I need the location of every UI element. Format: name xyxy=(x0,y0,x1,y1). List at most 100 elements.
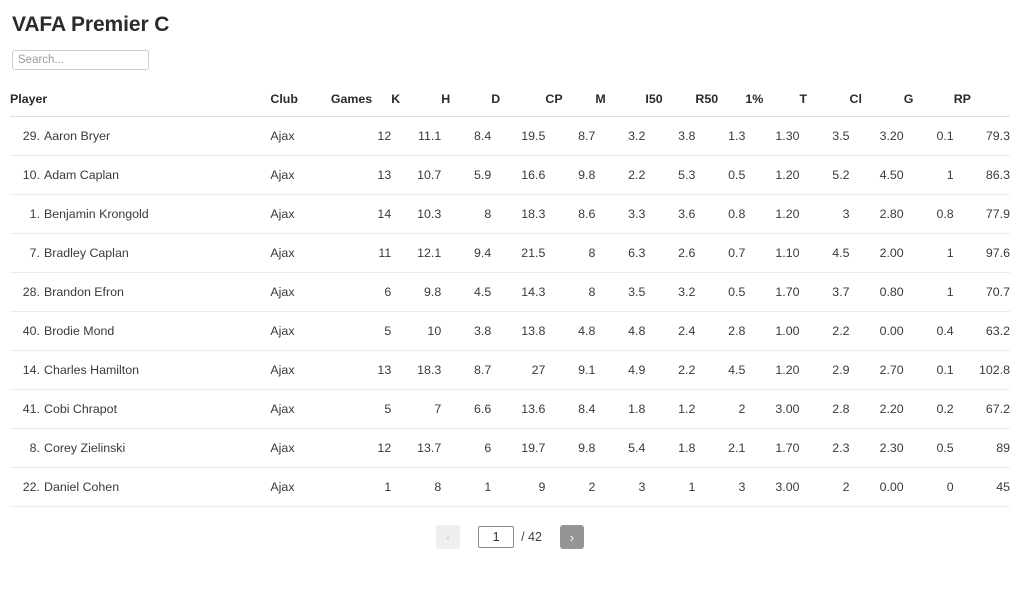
player-name: Daniel Cohen xyxy=(44,480,120,494)
cell-t: 3 xyxy=(842,207,850,221)
column-header-t[interactable]: T xyxy=(800,92,850,117)
table-row[interactable]: 40. Brodie Mond Ajax 5 10 3.8 13.8 4.8 4.8 2.4 2.8… xyxy=(10,312,1010,351)
player-number: 1. xyxy=(29,207,40,221)
cell-cp: 8 xyxy=(588,285,596,299)
cell-m: 3.3 xyxy=(628,207,646,221)
table-row[interactable]: 8. Corey Zielinski Ajax 12 13.7 6 19.7 9.8 5.4 1.… xyxy=(10,429,1010,468)
cell-d: 9 xyxy=(538,480,546,494)
page-number-input[interactable] xyxy=(478,526,515,548)
stats-page: VAFA Premier C Player Club Games K H D C… xyxy=(0,12,1020,597)
player-number: 28. xyxy=(22,285,40,299)
column-header-rp[interactable]: RP xyxy=(954,92,1010,117)
player-stats-table: Player Club Games K H D CP M I50 R50 1% … xyxy=(10,92,1010,507)
cell-d: 16.6 xyxy=(521,168,546,182)
cell-cl: 0.00 xyxy=(879,480,904,494)
cell-i50: 2.6 xyxy=(678,246,696,260)
column-header-d[interactable]: D xyxy=(491,92,545,117)
cell-i50: 1 xyxy=(688,480,696,494)
table-row[interactable]: 22. Daniel Cohen Ajax 1 8 1 9 2 3 1 3 3.00 2 0.00 0 45 xyxy=(10,468,1010,507)
table-body: 29. Aaron Bryer Ajax 12 11.1 8.4 19.5 8.7 3.2 3.8… xyxy=(10,117,1010,507)
cell-club: Ajax xyxy=(270,402,295,416)
cell-k: 12.1 xyxy=(417,246,442,260)
cell-i50: 5.3 xyxy=(678,168,696,182)
column-header-player[interactable]: Player xyxy=(10,92,270,117)
player-number: 8. xyxy=(29,441,40,455)
cell-h: 6.6 xyxy=(473,402,492,416)
cell-player: 10. Adam Caplan xyxy=(10,156,270,195)
cell-club: Ajax xyxy=(270,363,295,377)
column-header-cp[interactable]: CP xyxy=(545,92,595,117)
cell-games: 1 xyxy=(384,480,392,494)
cell-h: 6 xyxy=(484,441,492,455)
player-number: 14. xyxy=(22,363,40,377)
cell-i50: 2.2 xyxy=(678,363,696,377)
cell-games: 12 xyxy=(377,129,392,143)
cell-m: 3.5 xyxy=(628,285,646,299)
cell-cl: 2.30 xyxy=(879,441,904,455)
cell-t: 4.5 xyxy=(832,246,850,260)
table-row[interactable]: 1. Benjamin Krongold Ajax 14 10.3 8 18.3 8.6 3.3… xyxy=(10,195,1010,234)
column-header-h[interactable]: H xyxy=(441,92,491,117)
cell-k: 10 xyxy=(427,324,442,338)
cell-t: 2 xyxy=(842,480,850,494)
total-pages-label: / 42 xyxy=(521,530,542,544)
cell-rp: 89 xyxy=(996,441,1010,455)
cell-club: Ajax xyxy=(270,207,295,221)
table-row[interactable]: 28. Brandon Efron Ajax 6 9.8 4.5 14.3 8 3.5 3.2 0.… xyxy=(10,273,1010,312)
cell-cl: 2.70 xyxy=(879,363,904,377)
column-header-games[interactable]: Games xyxy=(331,92,391,117)
cell-rp: 79.3 xyxy=(985,129,1010,143)
cell-games: 12 xyxy=(377,441,392,455)
cell-rp: 97.6 xyxy=(985,246,1010,260)
cell-g: 1 xyxy=(946,168,954,182)
cell-games: 11 xyxy=(378,246,392,260)
cell-g: 0.5 xyxy=(936,441,954,455)
cell-cl: 2.80 xyxy=(879,207,904,221)
cell-onepct: 1.20 xyxy=(775,168,800,182)
cell-r50: 0.5 xyxy=(728,168,746,182)
table-row[interactable]: 10. Adam Caplan Ajax 13 10.7 5.9 16.6 9.8 2.2 5.3… xyxy=(10,156,1010,195)
player-name: Aaron Bryer xyxy=(44,129,111,143)
cell-player: 8. Corey Zielinski xyxy=(10,429,270,468)
pagination: ‹ / 42 › xyxy=(10,525,1010,549)
search-input[interactable] xyxy=(12,50,149,70)
cell-h: 9.4 xyxy=(473,246,492,260)
cell-onepct: 1.00 xyxy=(775,324,800,338)
cell-cp: 2 xyxy=(588,480,596,494)
cell-player: 7. Bradley Caplan xyxy=(10,234,270,273)
cell-rp: 45 xyxy=(996,480,1010,494)
table-row[interactable]: 7. Bradley Caplan Ajax 11 12.1 9.4 21.5 8 6.3 2.6… xyxy=(10,234,1010,273)
cell-t: 5.2 xyxy=(832,168,850,182)
column-header-one-percenters[interactable]: 1% xyxy=(745,92,799,117)
column-header-r50[interactable]: R50 xyxy=(695,92,745,117)
cell-r50: 2.8 xyxy=(728,324,746,338)
cell-t: 2.8 xyxy=(832,402,850,416)
cell-t: 2.9 xyxy=(832,363,850,377)
column-header-i50[interactable]: I50 xyxy=(645,92,695,117)
column-header-k[interactable]: K xyxy=(391,92,441,117)
cell-player: 14. Charles Hamilton xyxy=(10,351,270,390)
previous-page-button[interactable]: ‹ xyxy=(436,525,461,549)
cell-cp: 9.1 xyxy=(578,363,596,377)
table-row[interactable]: 29. Aaron Bryer Ajax 12 11.1 8.4 19.5 8.7 3.2 3.8… xyxy=(10,117,1010,156)
table-row[interactable]: 41. Cobi Chrapot Ajax 5 7 6.6 13.6 8.4 1.8 1.2 2 3.… xyxy=(10,390,1010,429)
column-header-m[interactable]: M xyxy=(595,92,645,117)
cell-cp: 4.8 xyxy=(578,324,596,338)
column-header-cl[interactable]: Cl xyxy=(850,92,904,117)
player-number: 29. xyxy=(22,129,40,143)
cell-games: 13 xyxy=(377,168,392,182)
cell-k: 11.1 xyxy=(418,129,442,143)
next-page-button[interactable]: › xyxy=(559,525,584,549)
cell-h: 5.9 xyxy=(473,168,492,182)
column-header-g[interactable]: G xyxy=(904,92,954,117)
cell-d: 14.3 xyxy=(521,285,546,299)
cell-m: 3 xyxy=(638,480,646,494)
cell-d: 13.6 xyxy=(521,402,546,416)
cell-g: 0.4 xyxy=(936,324,954,338)
cell-m: 4.9 xyxy=(628,363,646,377)
cell-onepct: 1.20 xyxy=(775,207,800,221)
cell-d: 19.5 xyxy=(521,129,546,143)
column-header-club[interactable]: Club xyxy=(270,92,330,117)
cell-i50: 1.2 xyxy=(678,402,696,416)
table-row[interactable]: 14. Charles Hamilton Ajax 13 18.3 8.7 27 9.1 4.9… xyxy=(10,351,1010,390)
